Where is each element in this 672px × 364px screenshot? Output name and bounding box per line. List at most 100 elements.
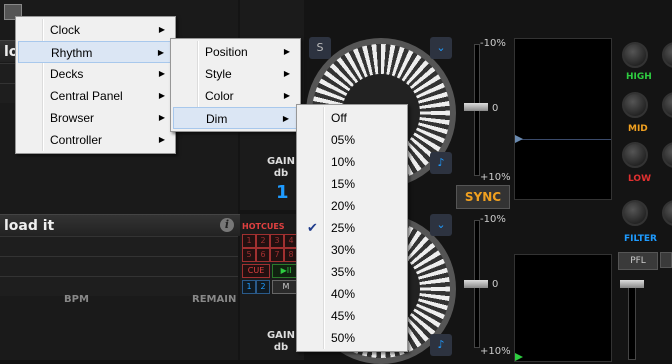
- menu-item-label: Central Panel: [50, 89, 123, 103]
- rhythm-submenu: Position ▶ Style ▶ Color ▶ Dim ▶: [170, 38, 301, 132]
- pitch-slider-handle[interactable]: [464, 280, 488, 288]
- menu-item-label: 05%: [331, 133, 356, 147]
- menu-item-dim[interactable]: Dim ▶: [173, 107, 298, 129]
- menu-item-dim-option-selected[interactable]: ✔ 25%: [299, 217, 405, 239]
- submenu-arrow-icon: ▶: [158, 135, 165, 144]
- submenu-arrow-icon: ▶: [158, 25, 165, 34]
- menu-item-label: Color: [205, 89, 234, 103]
- db-label: db: [273, 342, 289, 353]
- menu-item-label: Off: [331, 111, 347, 125]
- menu-item-position[interactable]: Position ▶: [173, 41, 298, 63]
- menu-item-label: Clock: [50, 23, 81, 37]
- hotcue-button[interactable]: 7: [270, 248, 284, 262]
- pfl-button[interactable]: [660, 252, 672, 268]
- menu-item-label: Dim: [206, 112, 228, 126]
- menu-item-label: 50%: [331, 331, 356, 345]
- eq-mid-label: MID: [628, 124, 648, 134]
- pitch-slider-handle[interactable]: [464, 103, 488, 111]
- menu-item-dim-option[interactable]: 45%: [299, 305, 405, 327]
- menu-item-dim-option[interactable]: 05%: [299, 129, 405, 151]
- menu-item-decks[interactable]: Decks ▶: [18, 63, 173, 85]
- waveform-marker: [515, 135, 523, 143]
- menu-item-dim-option[interactable]: 15%: [299, 173, 405, 195]
- menu-item-label: 15%: [331, 177, 356, 191]
- hotcue-button[interactable]: 5: [242, 248, 256, 262]
- gain-label: GAIN: [266, 156, 296, 167]
- menu-item-label: 40%: [331, 287, 356, 301]
- submenu-arrow-icon: ▶: [158, 69, 165, 78]
- deck-info-row: [0, 276, 238, 296]
- eq-low-label: LOW: [628, 174, 651, 184]
- cue-button[interactable]: CUE: [242, 264, 270, 278]
- submenu-arrow-icon: ▶: [283, 47, 290, 56]
- deck-info-row: [0, 256, 238, 276]
- hotcue-button[interactable]: 3: [270, 234, 284, 248]
- menu-item-central-panel[interactable]: Central Panel ▶: [18, 85, 173, 107]
- bpm-label: BPM: [64, 294, 89, 305]
- waveform-panel: [514, 254, 612, 362]
- submenu-arrow-icon: ▶: [157, 48, 164, 57]
- menu-item-dim-option[interactable]: 35%: [299, 261, 405, 283]
- menu-item-rhythm[interactable]: Rhythm ▶: [18, 41, 173, 63]
- menu-item-label: Style: [205, 67, 232, 81]
- context-menu: Clock ▶ Rhythm ▶ Decks ▶ Central Panel ▶ Bro…: [15, 16, 176, 154]
- menu-item-label: 45%: [331, 309, 356, 323]
- remain-label: REMAIN: [192, 294, 237, 305]
- submenu-arrow-icon: ▶: [158, 91, 165, 100]
- waveform-line: [515, 139, 611, 140]
- deck-select-button[interactable]: 2: [256, 280, 270, 294]
- deck-title: load it: [0, 214, 240, 236]
- menu-item-label: 30%: [331, 243, 356, 257]
- menu-item-label: 10%: [331, 155, 356, 169]
- music-note-icon[interactable]: ♪: [430, 334, 452, 356]
- info-icon[interactable]: i: [220, 218, 234, 232]
- waveform-panel: [514, 38, 612, 200]
- menu-item-dim-option[interactable]: 50%: [299, 327, 405, 349]
- submenu-arrow-icon: ▶: [158, 113, 165, 122]
- menu-item-dim-option[interactable]: 10%: [299, 151, 405, 173]
- pitch-zero-label: 0: [492, 279, 499, 290]
- menu-item-dim-option[interactable]: 30%: [299, 239, 405, 261]
- pitch-zero-label: 0: [492, 103, 499, 114]
- menu-item-browser[interactable]: Browser ▶: [18, 107, 173, 129]
- submenu-arrow-icon: ▶: [282, 114, 289, 123]
- menu-item-dim-option[interactable]: 20%: [299, 195, 405, 217]
- menu-item-label: Rhythm: [51, 46, 93, 60]
- filter-knob[interactable]: [622, 200, 648, 226]
- menu-item-label: 25%: [331, 221, 356, 235]
- menu-item-label: Controller: [50, 133, 103, 147]
- deck-select-button[interactable]: 1: [242, 280, 256, 294]
- menu-item-dim-option[interactable]: 40%: [299, 283, 405, 305]
- volume-fader-handle[interactable]: [620, 280, 644, 288]
- eq-mid-knob[interactable]: [622, 92, 648, 118]
- menu-item-label: 20%: [331, 199, 356, 213]
- hotcue-button[interactable]: 1: [242, 234, 256, 248]
- submenu-arrow-icon: ▶: [283, 91, 290, 100]
- chevron-down-icon[interactable]: ⌄: [430, 214, 452, 236]
- menu-item-label: Browser: [50, 111, 95, 125]
- eq-low-knob[interactable]: [622, 142, 648, 168]
- chevron-down-icon[interactable]: ⌄: [430, 37, 452, 59]
- pitch-top-label: -10%: [480, 214, 506, 225]
- pfl-button[interactable]: PFL: [618, 252, 658, 270]
- menu-item-dim-option[interactable]: Off: [299, 107, 405, 129]
- submenu-arrow-icon: ▶: [283, 69, 290, 78]
- volume-fader-track[interactable]: [628, 282, 636, 360]
- pitch-bottom-label: +10%: [480, 172, 511, 183]
- sync-button[interactable]: SYNC: [456, 185, 510, 209]
- music-note-icon[interactable]: ♪: [430, 152, 452, 174]
- menu-item-controller[interactable]: Controller ▶: [18, 129, 173, 151]
- deck-number: 1: [276, 182, 289, 203]
- hotcue-button[interactable]: 6: [256, 248, 270, 262]
- hotcue-button[interactable]: 2: [256, 234, 270, 248]
- menu-item-label: Decks: [50, 67, 84, 81]
- menu-item-clock[interactable]: Clock ▶: [18, 19, 173, 41]
- eq-high-knob[interactable]: [622, 42, 648, 68]
- s-button[interactable]: S: [309, 37, 331, 59]
- menu-item-color[interactable]: Color ▶: [173, 85, 298, 107]
- pitch-top-label: -10%: [480, 38, 506, 49]
- menu-item-label: Position: [205, 45, 248, 59]
- gain-label: GAIN: [266, 330, 296, 341]
- menu-item-style[interactable]: Style ▶: [173, 63, 298, 85]
- pitch-bottom-label: +10%: [480, 346, 511, 357]
